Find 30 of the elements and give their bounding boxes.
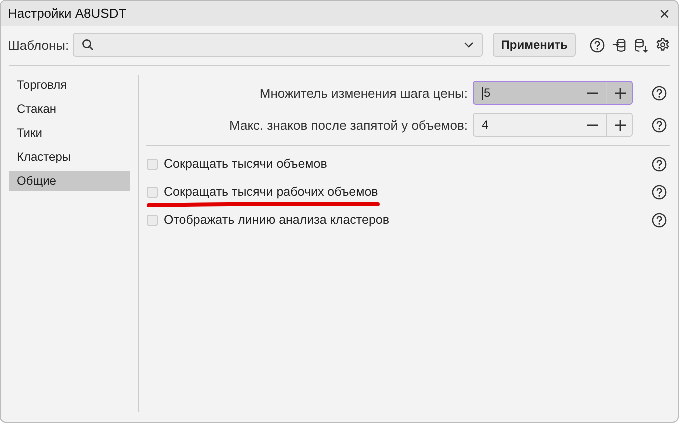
database-export-icon[interactable]	[634, 38, 649, 52]
help-icon[interactable]	[652, 212, 667, 228]
templates-label: Шаблоны:	[8, 38, 70, 52]
search-icon	[82, 39, 94, 51]
sidebar-item[interactable]: Стакан	[9, 99, 130, 119]
chevron-down-icon	[464, 42, 474, 48]
number-field[interactable]: 4	[473, 113, 633, 137]
help-icon[interactable]	[590, 38, 605, 52]
option-label: Сокращать тысячи объемов	[164, 157, 328, 171]
checkbox[interactable]	[147, 214, 158, 226]
database-import-icon[interactable]	[612, 38, 627, 52]
help-icon[interactable]	[652, 184, 667, 200]
sidebar-item[interactable]: Торговля	[9, 75, 130, 95]
help-icon[interactable]	[652, 86, 667, 100]
help-icon[interactable]	[652, 118, 667, 132]
sidebar-item[interactable]: Общие	[9, 171, 130, 191]
sidebar-item[interactable]: Тики	[9, 123, 130, 143]
option-label: Сокращать тысячи рабочих объемов	[164, 185, 380, 199]
apply-button[interactable]: Применить	[493, 33, 576, 57]
checkbox[interactable]	[147, 186, 158, 198]
field-label: Множитель изменения шага цены:	[260, 86, 468, 100]
window-title: Настройки A8USDT	[8, 6, 127, 21]
help-icon[interactable]	[652, 156, 667, 172]
number-field[interactable]: 5	[473, 81, 633, 105]
close-button[interactable]: ×	[657, 4, 672, 22]
checkbox[interactable]	[147, 158, 158, 170]
option-label: Отображать линию анализа кластеров	[164, 213, 391, 227]
settings-icon[interactable]	[656, 38, 670, 52]
sidebar-item[interactable]: Кластеры	[9, 147, 130, 167]
field-label: Макс. знаков после запятой у объемов:	[230, 118, 468, 132]
